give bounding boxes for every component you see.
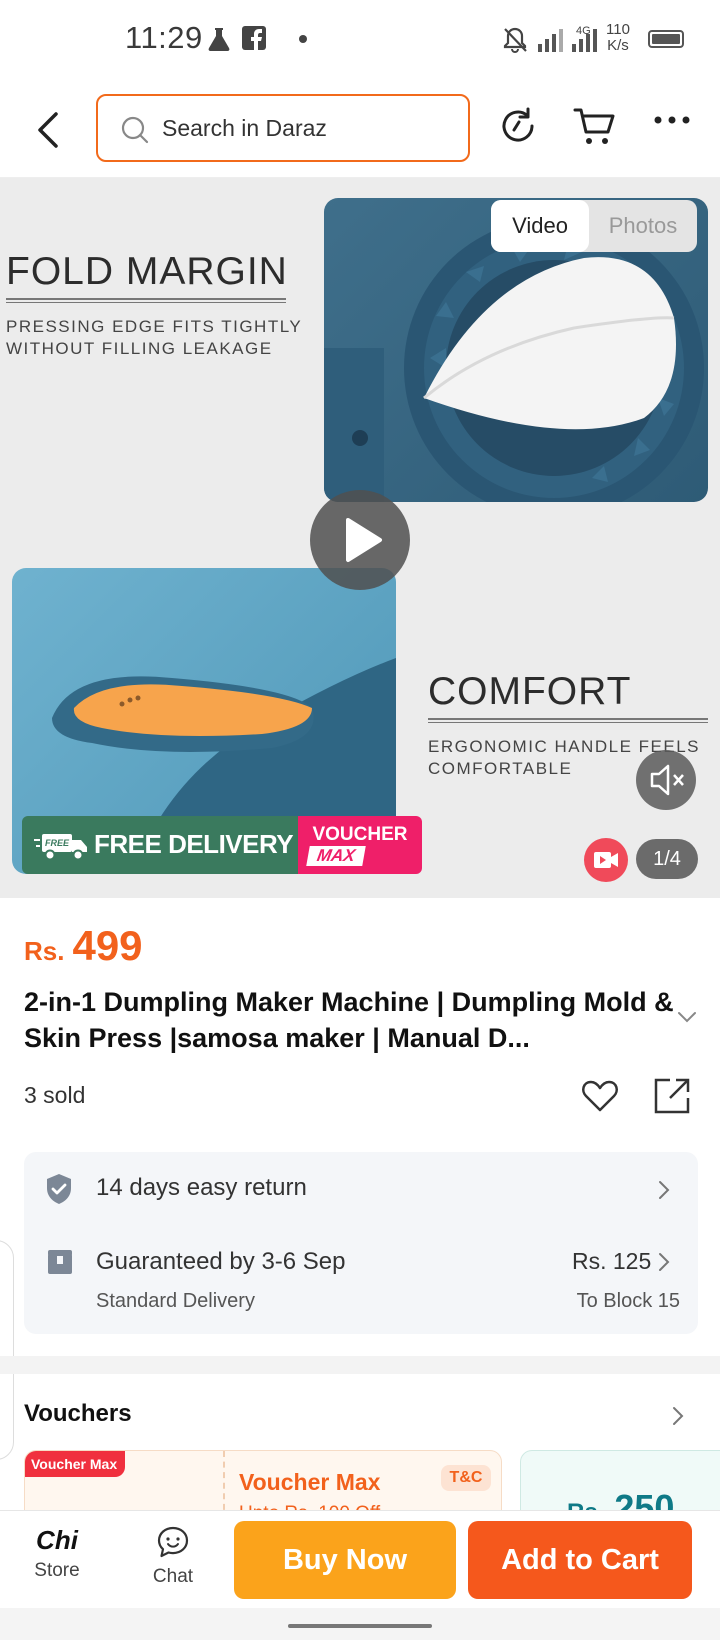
cart-icon[interactable] — [572, 104, 618, 148]
free-tag-text: FREE — [45, 838, 70, 848]
voucher-badge-line1: VOUCHER — [312, 824, 408, 845]
price-currency: Rs. — [24, 936, 65, 966]
net-speed-unit: K/s — [607, 37, 629, 54]
banner-heading-fold: FOLD MARGIN — [6, 250, 288, 293]
gesture-bar — [0, 1608, 720, 1640]
voucher-badge-line2: MAX — [306, 846, 366, 866]
banner-sub-fold: PRESSING EDGE FITS TIGHTLY WITHOUT FILLI… — [6, 316, 302, 360]
chevron-right-icon[interactable] — [658, 1252, 670, 1272]
home-indicator[interactable] — [288, 1624, 432, 1628]
voucher-card-title: Voucher Max — [239, 1469, 381, 1495]
shield-check-icon — [47, 1174, 71, 1204]
gallery-tab-switch: Video Photos — [491, 200, 697, 252]
search-icon — [121, 116, 149, 144]
search-box[interactable]: Search in Daraz — [96, 94, 470, 162]
return-policy[interactable]: 14 days easy return — [96, 1174, 307, 1202]
share-icon[interactable] — [652, 1076, 692, 1116]
battery-icon — [648, 30, 684, 48]
banner-rule — [428, 718, 708, 723]
store-button[interactable]: Chi Store — [22, 1525, 92, 1582]
chat-bubble-icon — [157, 1526, 189, 1558]
search-placeholder: Search in Daraz — [162, 115, 327, 141]
price-value: 499 — [72, 922, 143, 969]
banner-rule — [6, 298, 286, 303]
mute-bell-icon — [503, 27, 527, 54]
history-refresh-icon[interactable] — [496, 104, 540, 148]
free-delivery-badge: FREE FREE DELIVERY — [22, 816, 298, 874]
add-to-cart-button[interactable]: Add to Cart — [468, 1521, 692, 1599]
chevron-right-icon[interactable] — [672, 1406, 684, 1426]
chevron-down-icon[interactable] — [676, 1010, 698, 1024]
delivery-fee: Rs. 125 — [572, 1248, 652, 1274]
back-chevron-icon[interactable] — [30, 108, 70, 152]
flask-icon — [208, 28, 230, 51]
delivery-destination[interactable]: To Block 15 — [24, 1290, 680, 1313]
tab-video[interactable]: Video — [491, 200, 589, 252]
side-drawer-tab[interactable] — [0, 1240, 14, 1460]
top-nav: Search in Daraz — [0, 80, 720, 178]
sold-count: 3 sold — [24, 1082, 86, 1108]
video-indicator-button[interactable] — [584, 838, 628, 882]
free-delivery-label: FREE DELIVERY — [94, 829, 294, 859]
product-gallery[interactable]: FOLD MARGIN PRESSING EDGE FITS TIGHTLY W… — [0, 178, 720, 898]
voucher-max-badge: VOUCHER MAX — [298, 816, 422, 874]
store-logo: Chi — [36, 1525, 78, 1555]
product-price: Rs. 499 — [24, 922, 143, 970]
delivery-truck-icon: FREE — [34, 834, 87, 861]
more-dots-icon[interactable] — [652, 114, 692, 126]
store-label: Store — [34, 1560, 80, 1581]
buy-now-button[interactable]: Buy Now — [234, 1521, 456, 1599]
net-speed-value: 110 — [606, 21, 630, 38]
speaker-mute-icon — [650, 764, 684, 796]
service-card: 14 days easy return Guaranteed by 3-6 Se… — [24, 1152, 698, 1334]
net-speed: 110 K/s — [606, 22, 630, 54]
delivery-guarantee[interactable]: Guaranteed by 3-6 Sep — [96, 1248, 346, 1276]
signal-icon: 4G — [538, 25, 597, 52]
vouchers-heading: Vouchers — [24, 1400, 132, 1427]
status-bar: 11:29 4G 110 K/s — [0, 0, 720, 80]
product-title[interactable]: 2-in-1 Dumpling Maker Machine | Dumpling… — [24, 984, 674, 1056]
image-counter: 1/4 — [636, 839, 698, 879]
status-time: 11:29 — [125, 20, 203, 55]
bottom-action-bar: Chi Store Chat Buy Now Add to Cart — [0, 1510, 720, 1608]
section-divider — [0, 1356, 720, 1374]
voucher-card-tag: Voucher Max — [25, 1451, 125, 1477]
play-button[interactable] — [310, 490, 410, 590]
banner-sub-fold-line1: PRESSING EDGE FITS TIGHTLY — [6, 317, 303, 336]
tab-photos[interactable]: Photos — [589, 200, 697, 252]
video-camera-icon — [594, 852, 618, 868]
banner-heading-comfort: COMFORT — [428, 670, 632, 713]
chevron-right-icon[interactable] — [658, 1180, 670, 1200]
heart-icon[interactable] — [580, 1076, 620, 1116]
terms-button[interactable]: T&C — [441, 1465, 491, 1491]
banner-sub-fold-line2: WITHOUT FILLING LEAKAGE — [6, 339, 273, 358]
chat-label: Chat — [152, 1566, 194, 1587]
dot-icon — [299, 35, 307, 43]
facebook-icon — [242, 26, 266, 50]
chat-button[interactable]: Chat — [140, 1525, 206, 1588]
mute-button[interactable] — [636, 750, 696, 810]
package-icon — [48, 1250, 72, 1274]
play-icon — [346, 518, 382, 562]
